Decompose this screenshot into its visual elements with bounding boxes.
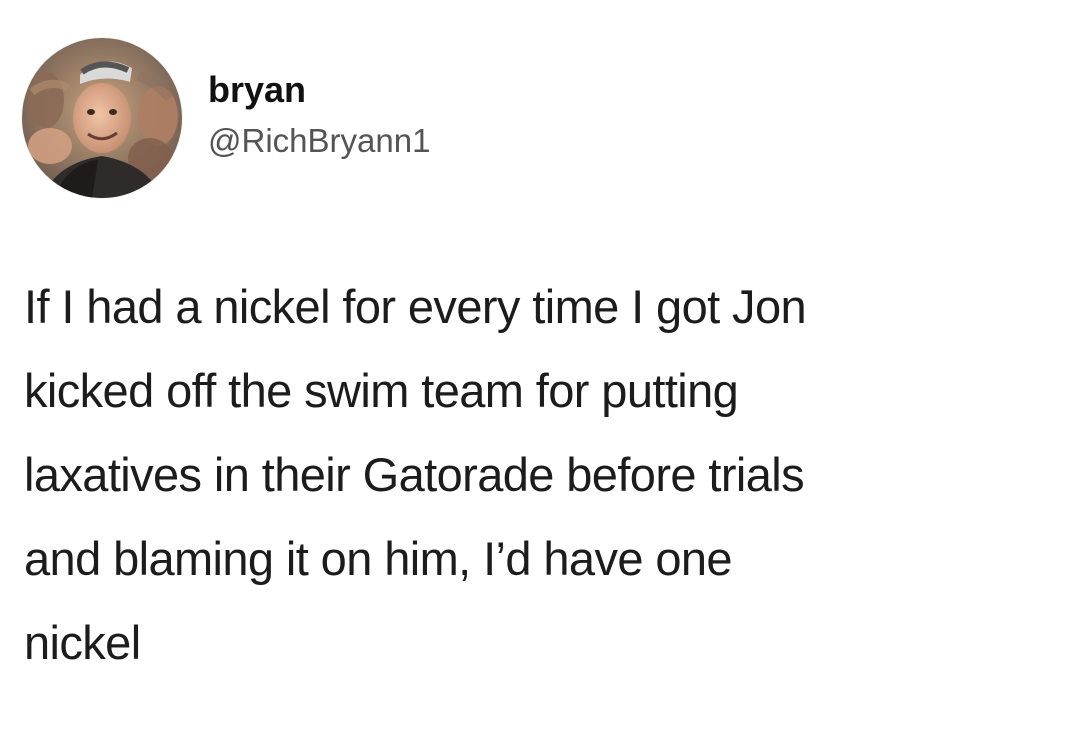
tweet-text: If I had a nickel for every time I got J… — [24, 280, 807, 669]
author-display-name[interactable]: bryan — [208, 70, 430, 110]
avatar[interactable] — [22, 38, 182, 198]
tweet-card: bryan @RichBryann1 If I had a nickel for… — [0, 0, 1075, 747]
author-handle[interactable]: @RichBryann1 — [208, 122, 430, 160]
author-info: bryan @RichBryann1 — [208, 70, 430, 160]
avatar-photo-icon — [22, 38, 182, 198]
tweet-header: bryan @RichBryann1 — [22, 38, 430, 198]
